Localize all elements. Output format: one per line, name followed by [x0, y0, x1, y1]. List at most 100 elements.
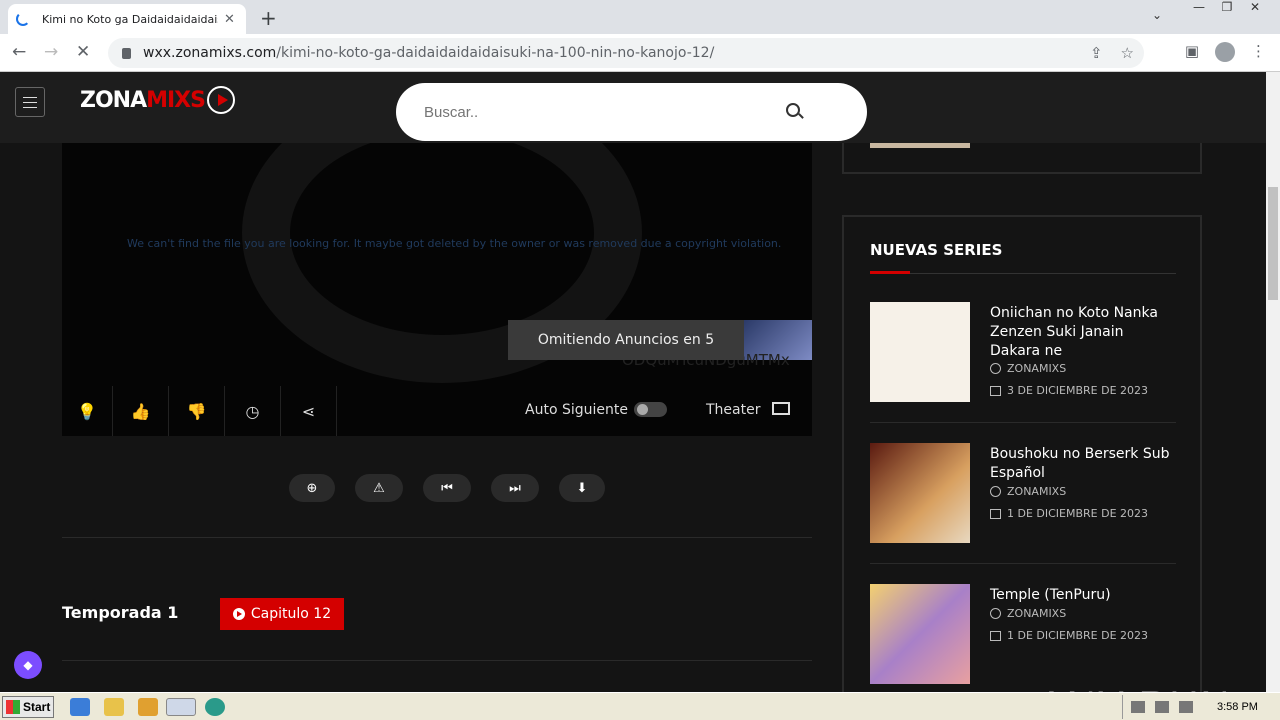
theater-label[interactable]: Theater [706, 402, 760, 418]
clock-icon[interactable]: ◷ [225, 386, 281, 436]
divider [62, 660, 812, 661]
start-button[interactable]: Start [2, 696, 54, 718]
divider [62, 537, 812, 538]
logo-text-zona: ZONA [80, 87, 147, 113]
auto-next-label: Auto Siguiente [525, 402, 628, 418]
like-icon[interactable]: 👍 [113, 386, 169, 436]
side-panel-icon[interactable]: ▣ [1185, 42, 1199, 62]
media-player-icon[interactable] [138, 698, 158, 716]
tv-icon[interactable] [772, 402, 790, 415]
site-logo[interactable]: ZONA MIXS [80, 86, 235, 114]
browser-tab-strip: Kimi no Koto ga Daidaidaidaidaisuki na ✕… [0, 0, 1280, 34]
browser-tab[interactable]: Kimi no Koto ga Daidaidaidaidaisuki na ✕ [8, 4, 246, 34]
ie-icon[interactable] [70, 698, 90, 716]
forward-icon[interactable]: → [44, 42, 58, 62]
hamburger-menu-icon[interactable] [15, 87, 45, 117]
stop-icon[interactable]: ✕ [76, 42, 90, 62]
error-message: We can't find the file you are looking f… [127, 237, 782, 250]
scrollbar[interactable] [1266, 72, 1280, 692]
taskbar: Start 3:58 PM [0, 692, 1280, 720]
url-host: wxx.zonamixs.com [143, 45, 277, 61]
series-thumbnail[interactable] [870, 584, 970, 684]
series-title[interactable]: Boushoku no Berserk Sub Español [990, 445, 1176, 483]
new-tab-icon[interactable]: + [260, 6, 277, 30]
new-series-widget: NUEVAS SERIES Oniichan no Koto Nanka Zen… [842, 215, 1202, 692]
user-icon [990, 363, 1001, 374]
anyrun-watermark: ANY RUN [1038, 684, 1231, 692]
calendar-icon [990, 630, 1001, 641]
report-button[interactable]: ⚠ [355, 474, 403, 502]
play-icon [232, 608, 245, 620]
url-path: /kimi-no-koto-ga-daidaidaidaidaisuki-na-… [276, 45, 715, 61]
floating-action-icon[interactable]: ◆ [14, 651, 42, 679]
video-player[interactable]: We can't find the file you are looking f… [62, 143, 812, 386]
flag-icon[interactable] [1179, 701, 1193, 713]
profile-avatar[interactable] [1215, 42, 1235, 62]
next-episode-button[interactable]: ⏭ [491, 474, 539, 502]
clock[interactable]: 3:58 PM [1217, 701, 1258, 713]
web-page: We can't find the file you are looking f… [0, 72, 1266, 692]
chapter-button[interactable]: Capitulo 12 [220, 598, 344, 630]
series-title[interactable]: Oniichan no Koto Nanka Zenzen Suki Janai… [990, 304, 1176, 361]
search-bar [396, 83, 867, 141]
dislike-icon[interactable]: 👎 [169, 386, 225, 436]
divider [870, 273, 1176, 274]
windows-flag-icon [6, 700, 20, 714]
skip-ads-countdown[interactable]: Omitiendo Anuncios en 5 [508, 320, 744, 360]
chrome-icon[interactable] [166, 698, 196, 716]
series-author: ZONAMIXS [1007, 485, 1067, 498]
back-icon[interactable]: ← [12, 42, 26, 62]
address-bar[interactable]: wxx.zonamixs.com/kimi-no-koto-ga-daidaid… [108, 38, 1144, 68]
series-title[interactable]: Temple (TenPuru) [990, 586, 1176, 605]
heading-accent [870, 271, 910, 274]
auto-next-toggle[interactable] [634, 402, 667, 417]
previous-episode-button[interactable]: ⏮ [423, 474, 471, 502]
user-icon [990, 608, 1001, 619]
lights-icon[interactable]: 💡 [62, 386, 113, 436]
tab-title: Kimi no Koto ga Daidaidaidaidaisuki na [42, 12, 218, 26]
widget-heading: NUEVAS SERIES [870, 241, 1003, 259]
series-author: ZONAMIXS [1007, 607, 1067, 620]
star-icon[interactable]: ☆ [1121, 44, 1134, 62]
scrollbar-thumb[interactable] [1268, 187, 1278, 300]
lock-icon[interactable] [122, 47, 131, 59]
share-icon[interactable]: ⋖ [281, 386, 337, 436]
menu-dots-icon[interactable]: ⋮ [1251, 42, 1266, 62]
window-close-icon[interactable]: ✕ [1246, 0, 1264, 20]
volume-icon[interactable] [1131, 701, 1145, 713]
system-tray: 3:58 PM [1122, 695, 1278, 719]
window-controls: — ❐ ✕ [1190, 0, 1280, 20]
browser-toolbar: ← → ✕ wxx.zonamixs.com/kimi-no-koto-ga-d… [0, 34, 1280, 72]
list-item[interactable]: Temple (TenPuru) ZONAMIXS 1 DE DICIEMBRE… [870, 584, 1176, 692]
user-icon [990, 486, 1001, 497]
series-date: 1 DE DICIEMBRE DE 2023 [1007, 507, 1149, 520]
chapter-label: Capitulo 12 [250, 606, 332, 622]
search-icon[interactable] [786, 103, 800, 117]
start-label: Start [23, 700, 51, 714]
series-date: 1 DE DICIEMBRE DE 2023 [1007, 629, 1149, 642]
season-label: Temporada 1 [62, 603, 179, 622]
chevron-down-icon[interactable]: ⌄ [1152, 8, 1162, 22]
edge-icon[interactable] [205, 698, 225, 716]
download-button[interactable]: ⬇ [559, 474, 605, 502]
series-author: ZONAMIXS [1007, 362, 1067, 375]
calendar-icon [990, 385, 1001, 396]
series-thumbnail[interactable] [870, 302, 970, 402]
search-input[interactable] [424, 103, 784, 121]
network-icon[interactable] [1155, 701, 1169, 713]
series-thumbnail[interactable] [870, 443, 970, 543]
add-button[interactable]: ⊕ [289, 474, 335, 502]
restore-icon[interactable]: ❐ [1218, 0, 1236, 20]
close-icon[interactable]: ✕ [224, 12, 235, 27]
list-item[interactable]: Oniichan no Koto Nanka Zenzen Suki Janai… [870, 302, 1176, 423]
play-icon [206, 86, 235, 114]
folder-icon[interactable] [104, 698, 124, 716]
share-icon[interactable]: ⇪ [1090, 44, 1103, 62]
minimize-icon[interactable]: — [1190, 0, 1208, 20]
series-date: 3 DE DICIEMBRE DE 2023 [1007, 384, 1149, 397]
loading-icon [16, 12, 30, 26]
player-controls: 💡 👍 👎 ◷ ⋖ Auto Siguiente Theater [62, 386, 812, 436]
site-header: ZONA MIXS [0, 72, 1266, 143]
list-item[interactable]: Boushoku no Berserk Sub Español ZONAMIXS… [870, 443, 1176, 564]
logo-text-mixs: MIXS [146, 87, 206, 113]
